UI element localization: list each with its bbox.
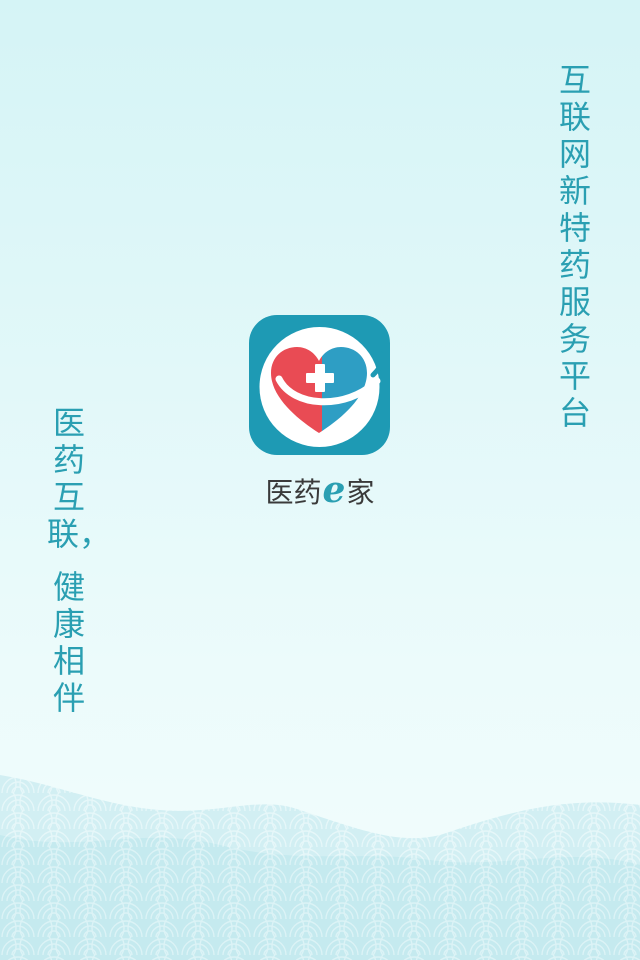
tagline-left-first: 医药互联， bbox=[47, 404, 112, 553]
tagline-right: 互联网新特药服务平台 bbox=[558, 61, 591, 432]
tagline-left: 医药互联， 健康相伴 bbox=[47, 405, 111, 717]
brand-e-letter: e bbox=[322, 469, 346, 511]
brand-prefix: 医药 bbox=[265, 476, 322, 509]
wave-pattern-decoration bbox=[0, 775, 640, 960]
brand-suffix: 家 bbox=[346, 476, 375, 509]
tagline-left-second: 健康相伴 bbox=[52, 568, 85, 717]
heart-cross-logo-icon bbox=[249, 315, 390, 455]
app-logo bbox=[249, 315, 390, 455]
splash-screen: 互联网新特药服务平台 医药互联， 健康相伴 医药e家 bbox=[0, 0, 640, 960]
tagline-gap bbox=[47, 553, 91, 569]
brand-name: 医药e家 bbox=[220, 470, 420, 513]
